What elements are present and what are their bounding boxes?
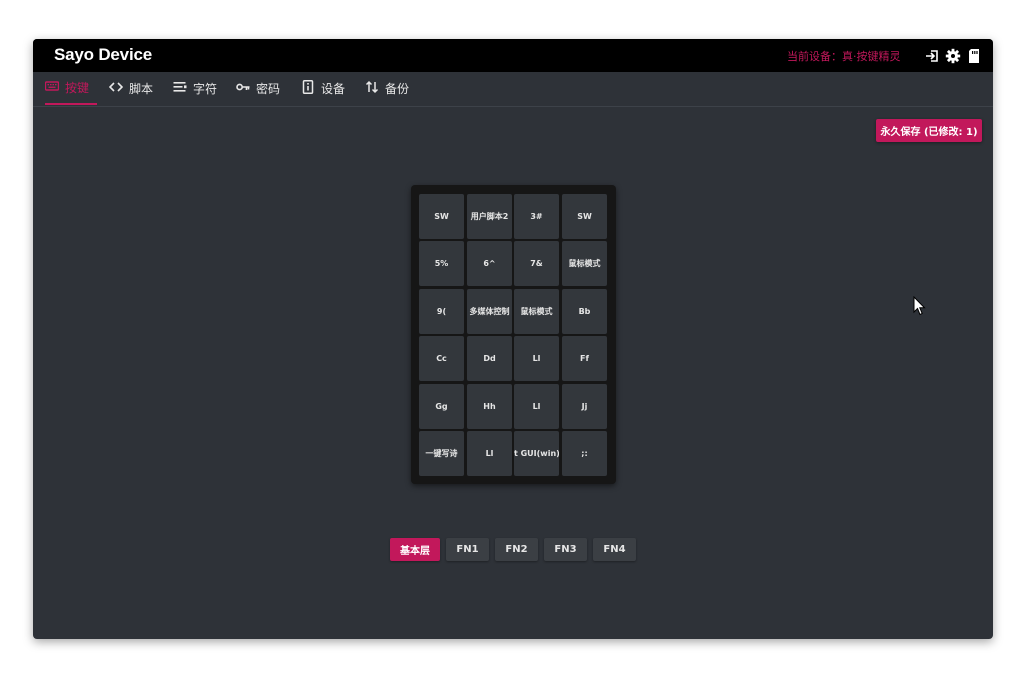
tab-password-label: 密码 (256, 82, 281, 96)
key-2-4[interactable]: 鼠标模式 (562, 241, 607, 286)
key-1-2[interactable]: 用户脚本2 (467, 194, 512, 239)
layer-fn3-button[interactable]: FN3 (544, 538, 587, 561)
app-title: Sayo Device (54, 45, 152, 64)
key-6-4[interactable]: ;: (562, 431, 607, 476)
tab-device-label: 设备 (321, 82, 346, 96)
key-3-3[interactable]: 鼠标模式 (514, 289, 559, 334)
key-3-4[interactable]: Bb (562, 289, 607, 334)
tab-backup[interactable]: 备份 (365, 72, 409, 105)
key-5-3[interactable]: Ll (514, 384, 559, 429)
app-window: Sayo Device 当前设备：真·按键精灵 按键 脚本 字符 密码 设备 备… (33, 39, 993, 639)
current-device-label: 当前设备：真·按键精灵 (787, 50, 901, 63)
key-3-1[interactable]: 9( (419, 289, 464, 334)
key-5-1[interactable]: Gg (419, 384, 464, 429)
save-permanent-button[interactable]: 永久保存 (已修改: 1) (876, 119, 982, 142)
tab-password[interactable]: 密码 (236, 72, 280, 105)
keyboard-icon (44, 79, 60, 96)
device-icon (301, 80, 315, 97)
key-2-1[interactable]: 5% (419, 241, 464, 286)
sd-card-icon[interactable] (966, 48, 982, 64)
key-6-2[interactable]: Ll (467, 431, 512, 476)
key-6-1[interactable]: 一键写诗 (419, 431, 464, 476)
key-icon (236, 80, 250, 97)
key-5-2[interactable]: Hh (467, 384, 512, 429)
layer-fn2-button[interactable]: FN2 (495, 538, 538, 561)
top-bar: Sayo Device 当前设备：真·按键精灵 (33, 39, 993, 72)
key-4-4[interactable]: Ff (562, 336, 607, 381)
swap-arrows-icon (365, 80, 379, 97)
tab-script-label: 脚本 (129, 82, 154, 96)
code-icon (108, 80, 124, 97)
key-2-3[interactable]: 7& (514, 241, 559, 286)
tab-script[interactable]: 脚本 (108, 72, 154, 105)
mouse-cursor-icon (913, 295, 926, 316)
layer-fn4-button[interactable]: FN4 (593, 538, 636, 561)
tab-keys-label: 按键 (65, 81, 90, 95)
key-1-4[interactable]: SW (562, 194, 607, 239)
key-4-1[interactable]: Cc (419, 336, 464, 381)
key-4-2[interactable]: Dd (467, 336, 512, 381)
main-nav: 按键 脚本 字符 密码 设备 备份 (33, 72, 993, 107)
login-icon[interactable] (924, 48, 940, 64)
tab-device[interactable]: 设备 (301, 72, 345, 105)
key-1-1[interactable]: SW (419, 194, 464, 239)
key-5-4[interactable]: Jj (562, 384, 607, 429)
key-1-3[interactable]: 3# (514, 194, 559, 239)
gear-icon[interactable] (945, 48, 961, 64)
tab-keys[interactable]: 按键 (44, 72, 98, 105)
layer-base-button[interactable]: 基本层 (390, 538, 440, 561)
text-lines-icon (173, 80, 187, 97)
key-4-3[interactable]: Ll (514, 336, 559, 381)
key-2-2[interactable]: 6^ (467, 241, 512, 286)
key-3-2[interactable]: 多媒体控制 (467, 289, 512, 334)
key-6-3[interactable]: t GUI(win) + (514, 431, 559, 476)
keypad: SW 用户脚本2 3# SW 5% 6^ 7& 鼠标模式 9( 多媒体控制 鼠标… (411, 185, 616, 484)
tab-chars[interactable]: 字符 (173, 72, 217, 105)
tab-backup-label: 备份 (385, 82, 410, 96)
layer-fn1-button[interactable]: FN1 (446, 538, 489, 561)
tab-chars-label: 字符 (193, 82, 218, 96)
